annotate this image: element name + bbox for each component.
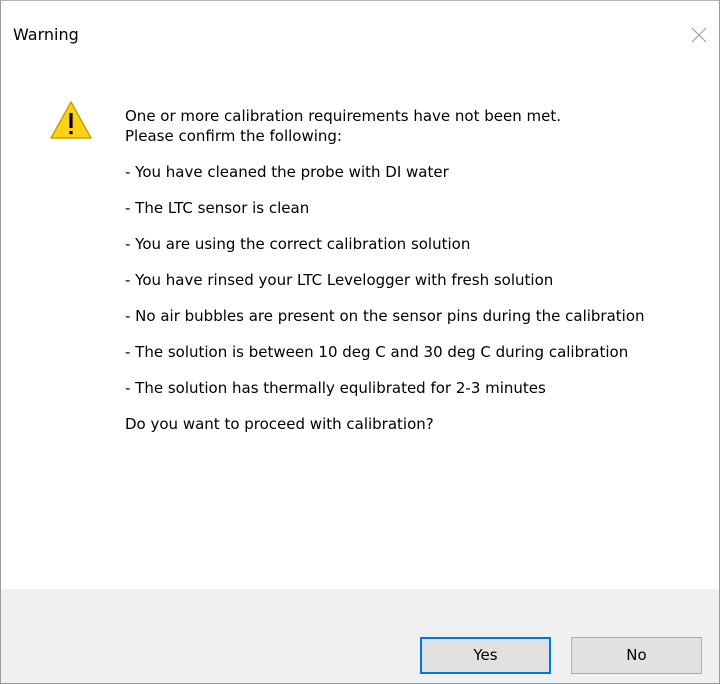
requirement-item: - No air bubbles are present on the sens… <box>125 307 645 325</box>
requirement-item: - The solution has thermally equlibrated… <box>125 379 546 397</box>
requirement-item: - You have rinsed your LTC Levelogger wi… <box>125 271 554 289</box>
proceed-question: Do you want to proceed with calibration? <box>125 415 434 433</box>
message-intro-line2: Please confirm the following: <box>125 127 342 145</box>
requirement-item: - You are using the correct calibration … <box>125 235 471 253</box>
button-bar: Yes No <box>1 589 719 683</box>
no-button[interactable]: No <box>571 637 702 674</box>
close-button[interactable] <box>687 23 711 47</box>
requirement-item: - You have cleaned the probe with DI wat… <box>125 163 449 181</box>
warning-icon <box>50 101 92 139</box>
requirement-item: - The solution is between 10 deg C and 3… <box>125 343 629 361</box>
warning-dialog: Warning One or more calibration requirem… <box>0 0 720 684</box>
yes-button[interactable]: Yes <box>420 637 551 674</box>
message-text: One or more calibration requirements hav… <box>125 106 695 434</box>
window-title: Warning <box>13 25 79 44</box>
requirement-item: - The LTC sensor is clean <box>125 199 310 217</box>
close-icon[interactable] <box>687 23 711 47</box>
title-bar: Warning <box>1 1 719 47</box>
dialog-content: One or more calibration requirements hav… <box>1 47 719 589</box>
message-intro-line1: One or more calibration requirements hav… <box>125 107 561 125</box>
